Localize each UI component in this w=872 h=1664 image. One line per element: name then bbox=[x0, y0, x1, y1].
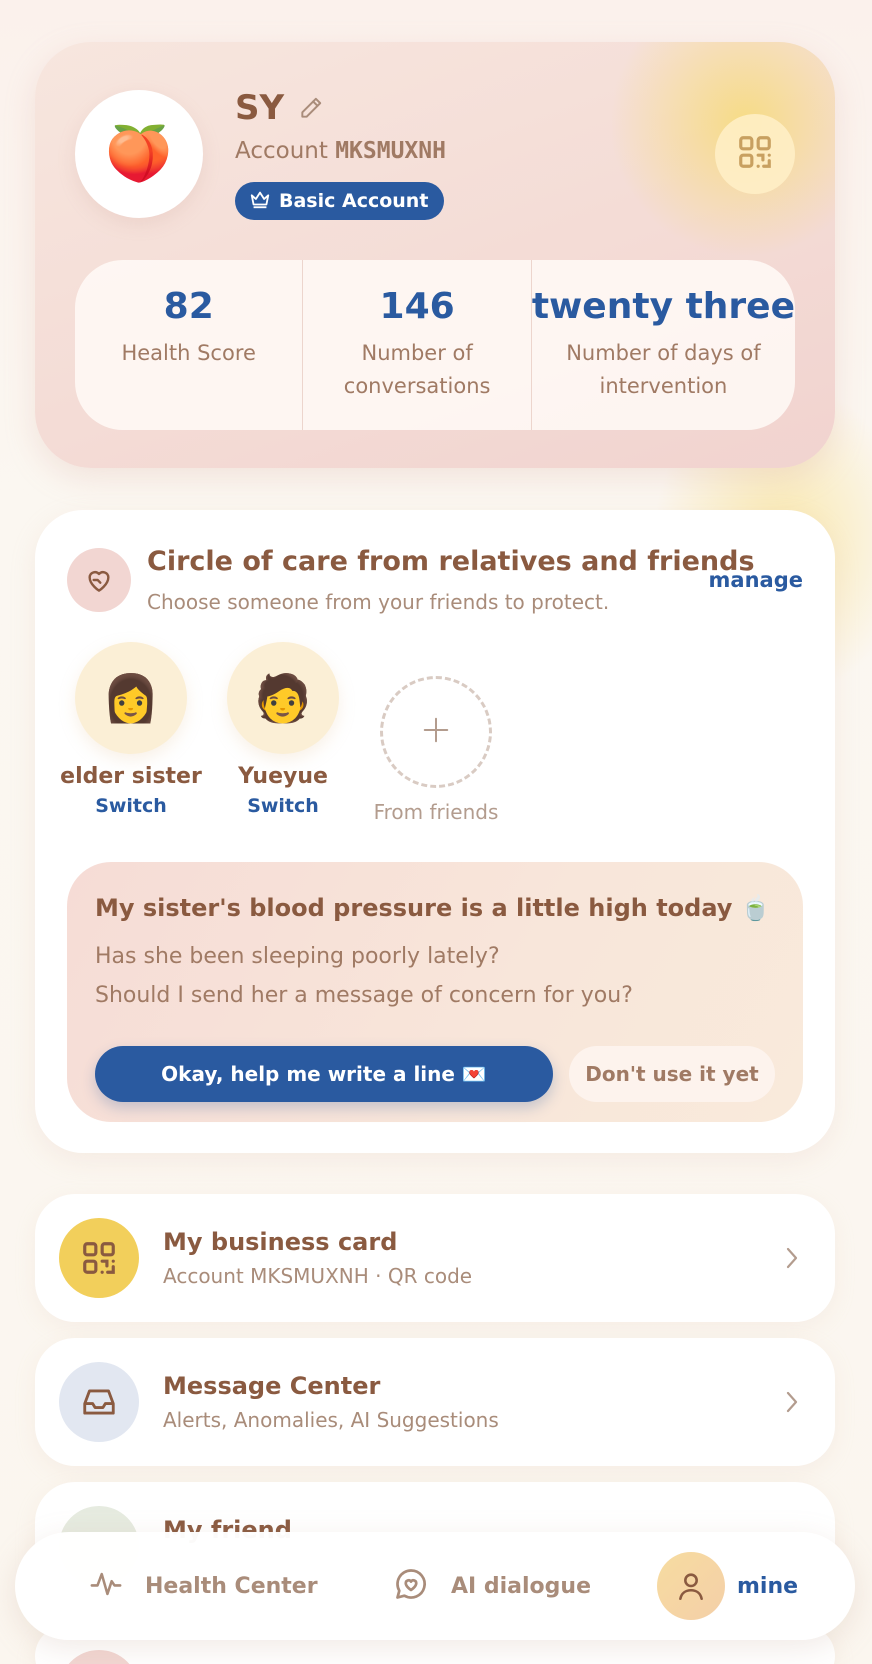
woman-emoji-icon: 👩 bbox=[102, 670, 160, 725]
qr-code-icon bbox=[59, 1218, 139, 1298]
stat-health-score[interactable]: 82 Health Score bbox=[75, 260, 302, 430]
member-switch-button[interactable]: Switch bbox=[247, 795, 319, 817]
member-name: elder sister bbox=[60, 764, 202, 789]
member-name: Yueyue bbox=[238, 764, 328, 789]
menu-title: My business card bbox=[163, 1228, 398, 1256]
menu-message-center[interactable]: Message Center Alerts, Anomalies, AI Sug… bbox=[35, 1338, 835, 1466]
menu-title: Message Center bbox=[163, 1372, 381, 1400]
user-icon bbox=[657, 1552, 725, 1620]
nav-ai-dialogue[interactable]: AI dialogue bbox=[393, 1532, 591, 1640]
member-avatar: 🧑 bbox=[227, 642, 339, 754]
badge-label: Basic Account bbox=[279, 190, 429, 212]
nav-label: mine bbox=[737, 1573, 799, 1599]
add-friend-label: From friends bbox=[373, 800, 499, 824]
name-row: SY bbox=[235, 88, 326, 128]
alert-line: Has she been sleeping poorly lately? bbox=[95, 944, 500, 969]
care-circle-title: Circle of care from relatives and friend… bbox=[147, 546, 755, 577]
pencil-icon[interactable] bbox=[296, 93, 326, 123]
care-circle-subtitle: Choose someone from your friends to prot… bbox=[147, 590, 610, 614]
nav-mine[interactable]: mine bbox=[657, 1532, 798, 1640]
avatar[interactable]: 🍑 bbox=[75, 90, 203, 218]
manage-link[interactable]: manage bbox=[709, 568, 803, 592]
stat-label: Health Score bbox=[121, 341, 256, 365]
avatar-emoji: 🍑 bbox=[105, 122, 173, 185]
menu-subtitle: Account MKSMUXNH · QR code bbox=[163, 1264, 473, 1288]
chevron-right-icon bbox=[781, 1386, 803, 1418]
menu-business-card[interactable]: My business card Account MKSMUXNH · QR c… bbox=[35, 1194, 835, 1322]
stat-intervention-days[interactable]: twenty three Number of days of intervent… bbox=[530, 260, 795, 430]
care-alert: My sister's blood pressure is a little h… bbox=[67, 862, 803, 1122]
qr-code-icon bbox=[736, 133, 774, 175]
stat-label: Number of conversations bbox=[343, 341, 491, 398]
person-emoji-icon: 🧑 bbox=[254, 670, 312, 725]
add-friend-button[interactable] bbox=[380, 676, 492, 788]
account-label: Account bbox=[235, 138, 328, 164]
qr-code-button[interactable] bbox=[715, 114, 795, 194]
alert-title: My sister's blood pressure is a little h… bbox=[95, 894, 771, 922]
membership-badge[interactable]: Basic Account bbox=[235, 182, 445, 220]
profile-card: 🍑 SY Account MKSMUXNH Basic Account 82 H… bbox=[35, 42, 835, 468]
member-avatar: 👩 bbox=[75, 642, 187, 754]
account-id: MKSMUXNH bbox=[335, 138, 446, 164]
menu-next-icon bbox=[59, 1650, 139, 1664]
pulse-icon bbox=[89, 1567, 123, 1605]
stat-conversations[interactable]: 146 Number of conversations bbox=[302, 260, 530, 430]
user-name: SY bbox=[235, 88, 285, 128]
account-row: Account MKSMUXNH bbox=[235, 138, 446, 164]
nav-health-center[interactable]: Health Center bbox=[89, 1532, 318, 1640]
member-elder-sister[interactable]: 👩 elder sister Switch bbox=[60, 642, 202, 817]
stats-panel: 82 Health Score 146 Number of conversati… bbox=[75, 260, 795, 430]
care-circle-card: Circle of care from relatives and friend… bbox=[35, 510, 835, 1153]
stat-value: 82 bbox=[163, 286, 214, 327]
bottom-nav: Health Center AI dialogue mine bbox=[15, 1532, 855, 1640]
write-message-button[interactable]: Okay, help me write a line 💌 bbox=[95, 1046, 553, 1102]
stat-value: twenty three bbox=[531, 286, 795, 327]
stat-label: Number of days of intervention bbox=[566, 341, 761, 398]
stat-value: 146 bbox=[379, 286, 455, 327]
member-switch-button[interactable]: Switch bbox=[95, 795, 167, 817]
menu-subtitle: Alerts, Anomalies, AI Suggestions bbox=[163, 1408, 499, 1432]
plus-icon bbox=[421, 715, 451, 749]
alert-line: Should I send her a message of concern f… bbox=[95, 983, 633, 1008]
nav-label: AI dialogue bbox=[451, 1573, 591, 1599]
chevron-right-icon bbox=[781, 1242, 803, 1274]
heart-hand-icon bbox=[67, 548, 131, 612]
inbox-icon bbox=[59, 1362, 139, 1442]
nav-label: Health Center bbox=[145, 1573, 318, 1599]
dismiss-button[interactable]: Don't use it yet bbox=[569, 1046, 775, 1102]
chat-heart-icon bbox=[393, 1566, 429, 1606]
member-yueyue[interactable]: 🧑 Yueyue Switch bbox=[213, 642, 353, 817]
crown-icon bbox=[249, 188, 271, 215]
